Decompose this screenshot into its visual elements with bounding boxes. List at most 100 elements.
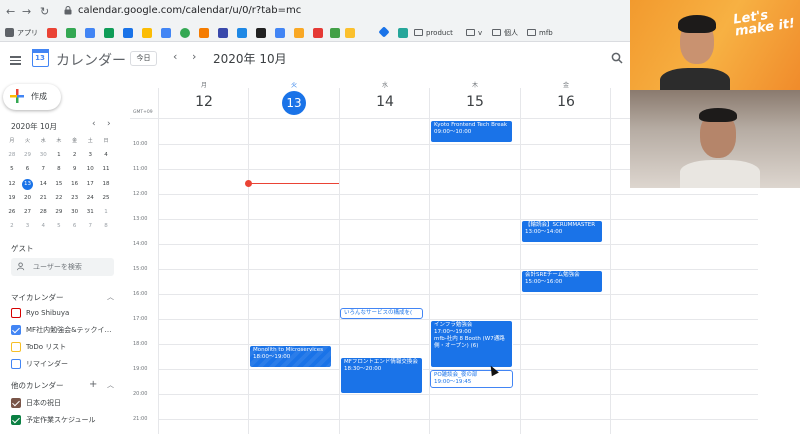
create-button[interactable]: 作成 (3, 84, 61, 110)
mini-day[interactable]: 3 (82, 148, 98, 162)
bookmark-folder-mfb[interactable]: mfb (527, 27, 553, 39)
mini-day[interactable]: 5 (4, 162, 20, 176)
mini-day[interactable]: 4 (98, 148, 114, 162)
bookmark-folder-v[interactable]: v (466, 27, 482, 39)
bookmark-icon[interactable] (398, 28, 408, 38)
event-monolith[interactable]: Monolith to Microservices 18:00～19:00 (249, 345, 332, 368)
mini-day[interactable]: 12 (4, 177, 20, 191)
mini-day[interactable]: 1 (51, 148, 67, 162)
bookmark-folder-product[interactable]: product (414, 27, 453, 39)
reload-icon[interactable]: ↻ (40, 5, 49, 18)
mini-day[interactable]: 5 (51, 219, 67, 233)
day-header-wed[interactable]: 水 14 (340, 80, 430, 110)
mini-day[interactable]: 20 (20, 191, 36, 205)
bookmark-icon[interactable] (104, 28, 114, 38)
checkbox[interactable] (11, 308, 21, 318)
today-button[interactable]: 今日 (130, 51, 157, 66)
checkbox[interactable] (11, 415, 21, 425)
day-header-mon[interactable]: 月 12 (159, 80, 249, 110)
mini-day[interactable]: 15 (51, 177, 67, 191)
mini-day[interactable]: 28 (4, 148, 20, 162)
bookmark-icon[interactable] (378, 26, 390, 38)
mini-day[interactable]: 23 (67, 191, 83, 205)
checkbox[interactable] (11, 398, 21, 408)
event-kyoto-frontend[interactable]: Kyoto Frontend Tech Break 09:00～10:00 (430, 120, 513, 143)
mini-prev-month-button[interactable]: ‹ (92, 119, 96, 129)
event-infra-study[interactable]: インフラ勉強会 17:00～19:00 mfb-社内 8 Booth (W7通路… (430, 320, 513, 368)
mini-day[interactable]: 31 (82, 205, 98, 219)
mini-day[interactable]: 6 (20, 162, 36, 176)
mini-day[interactable]: 9 (67, 162, 83, 176)
mini-day[interactable]: 3 (20, 219, 36, 233)
back-icon[interactable]: ← (6, 5, 15, 18)
day-header-tue-today[interactable]: 火 13 (249, 80, 339, 115)
mini-day[interactable]: 16 (67, 177, 83, 191)
mini-day[interactable]: 28 (35, 205, 51, 219)
checkbox[interactable] (11, 342, 21, 352)
checkbox[interactable] (11, 359, 21, 369)
address-bar[interactable]: calendar.google.com/calendar/u/0/r?tab=m… (78, 5, 301, 16)
my-calendars-heading[interactable]: マイカレンダー (11, 292, 64, 303)
event-mf-frontend[interactable]: MFフロントエンド情報交換会 18:30～20:00 (340, 357, 423, 394)
chevron-up-icon[interactable]: ︿ (107, 380, 114, 390)
other-calendars-heading[interactable]: 他のカレンダー (11, 380, 64, 391)
mini-day[interactable]: 7 (82, 219, 98, 233)
forward-icon[interactable]: → (22, 5, 31, 18)
bookmark-icon[interactable] (85, 28, 95, 38)
guest-search-input[interactable]: ユーザーを検索 (11, 258, 114, 276)
bookmark-icon[interactable] (275, 28, 285, 38)
mini-day-selected[interactable]: 13 (20, 177, 36, 191)
mini-day[interactable]: 14 (35, 177, 51, 191)
next-week-button[interactable]: › (192, 50, 196, 63)
mini-day[interactable]: 8 (98, 219, 114, 233)
bookmark-icon[interactable] (294, 28, 304, 38)
mini-day[interactable]: 2 (4, 219, 20, 233)
mini-day[interactable]: 10 (82, 162, 98, 176)
event-po-chat[interactable]: PO雑談会_夜の部 19:00～19:45 (430, 370, 513, 388)
mini-day[interactable]: 30 (67, 205, 83, 219)
event-services-structure[interactable]: いろんなサービスの構成を( (340, 308, 423, 319)
bookmark-icon[interactable] (66, 28, 76, 38)
mini-day[interactable]: 29 (20, 148, 36, 162)
bookmark-folder-personal[interactable]: 個人 (492, 27, 518, 39)
bookmark-icon[interactable] (199, 28, 209, 38)
mini-day[interactable]: 17 (82, 177, 98, 191)
bookmark-apps[interactable]: アプリ (17, 27, 38, 39)
mini-day[interactable]: 19 (4, 191, 20, 205)
mini-day[interactable]: 24 (82, 191, 98, 205)
bookmark-icon[interactable] (180, 28, 190, 38)
mini-day[interactable]: 7 (35, 162, 51, 176)
mini-day[interactable]: 1 (98, 205, 114, 219)
event-sre-study[interactable]: 会計SREチーム勉強会 15:00～16:00 (521, 270, 603, 293)
search-icon[interactable] (611, 52, 623, 64)
bookmark-icon[interactable] (123, 28, 133, 38)
checkbox[interactable] (11, 325, 21, 335)
mini-day[interactable]: 4 (35, 219, 51, 233)
mini-day[interactable]: 21 (35, 191, 51, 205)
gmail-icon[interactable] (47, 28, 57, 38)
bookmark-icon[interactable] (313, 28, 323, 38)
mini-day[interactable]: 2 (67, 148, 83, 162)
mini-next-month-button[interactable]: › (107, 119, 111, 129)
mini-day[interactable]: 11 (98, 162, 114, 176)
mini-day[interactable]: 25 (98, 191, 114, 205)
day-header-fri[interactable]: 金 16 (521, 80, 611, 110)
main-menu-icon[interactable] (10, 54, 21, 67)
bookmark-icon[interactable] (330, 28, 340, 38)
bookmark-icon[interactable] (345, 28, 355, 38)
mini-day[interactable]: 18 (98, 177, 114, 191)
mini-day[interactable]: 6 (67, 219, 83, 233)
mini-day[interactable]: 30 (35, 148, 51, 162)
mini-day[interactable]: 8 (51, 162, 67, 176)
bookmark-icon[interactable] (256, 28, 266, 38)
bookmark-icon[interactable] (237, 28, 247, 38)
mini-day[interactable]: 27 (20, 205, 36, 219)
bookmark-icon[interactable] (161, 28, 171, 38)
prev-week-button[interactable]: ‹ (173, 50, 177, 63)
bookmark-icon[interactable] (142, 28, 152, 38)
add-calendar-icon[interactable]: + (89, 379, 97, 390)
event-scrum-reading[interactable]: 【輪読会】SCRUMMASTER 13:00～14:00 (521, 220, 603, 243)
day-header-thu[interactable]: 木 15 (430, 80, 520, 110)
mini-day[interactable]: 29 (51, 205, 67, 219)
mini-day[interactable]: 26 (4, 205, 20, 219)
